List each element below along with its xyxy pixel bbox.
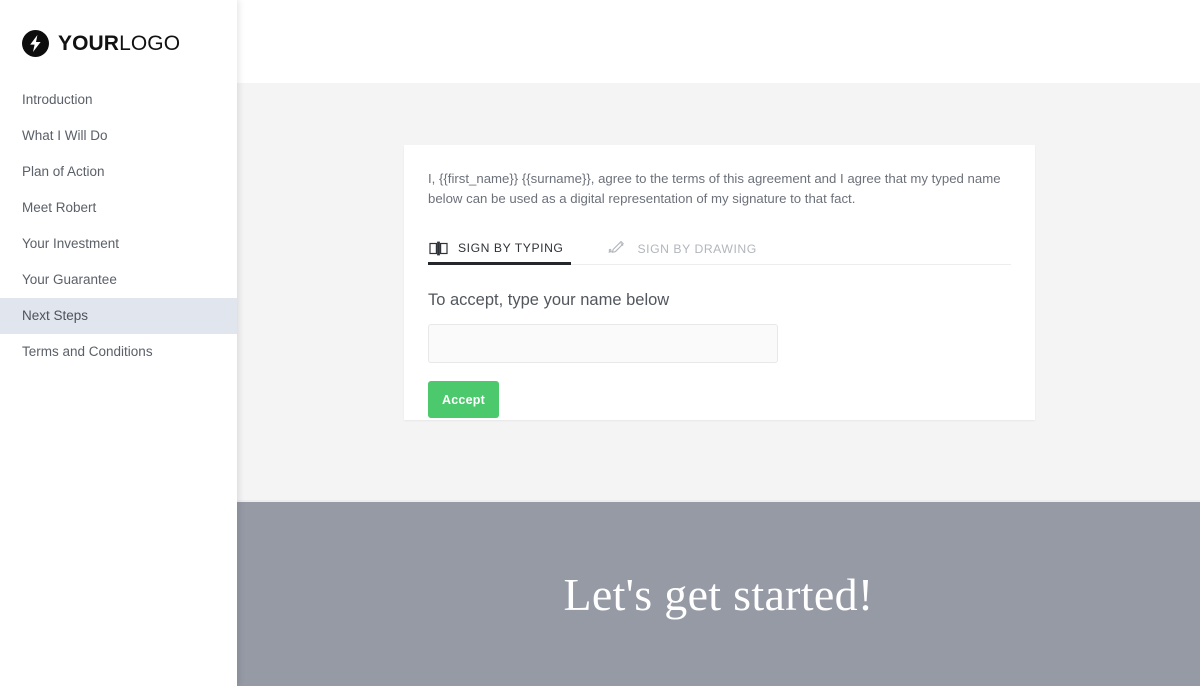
- sidebar-item-next-steps[interactable]: Next Steps: [0, 298, 237, 334]
- sidebar-item-meet-robert[interactable]: Meet Robert: [0, 190, 237, 226]
- signature-name-input[interactable]: [428, 324, 778, 364]
- signature-card: I, {{first_name}} {{surname}}, agree to …: [404, 145, 1035, 420]
- agreement-text: I, {{first_name}} {{surname}}, agree to …: [428, 171, 1001, 207]
- signature-card-body: I, {{first_name}} {{surname}}, agree to …: [404, 145, 1035, 419]
- sidebar-item-introduction[interactable]: Introduction: [0, 82, 237, 118]
- sidebar-item-what-i-will-do[interactable]: What I Will Do: [0, 118, 237, 154]
- sidebar: YOURLOGO Introduction What I Will Do Pla…: [0, 0, 237, 686]
- hero-title: Let's get started!: [563, 568, 874, 620]
- signature-method-tabs: SIGN BY TYPING SIGN BY DRAWING: [428, 232, 1011, 266]
- tab-sign-by-drawing[interactable]: SIGN BY DRAWING: [607, 233, 764, 264]
- sidebar-item-plan-of-action[interactable]: Plan of Action: [0, 154, 237, 190]
- logo-text: YOURLOGO: [58, 33, 180, 54]
- sidebar-nav: Introduction What I Will Do Plan of Acti…: [0, 82, 237, 370]
- logo-text-light: LOGO: [119, 31, 181, 55]
- sidebar-item-your-guarantee[interactable]: Your Guarantee: [0, 262, 237, 298]
- lightning-bolt-icon: [22, 29, 49, 57]
- tab-sign-by-typing-label: SIGN BY TYPING: [458, 241, 564, 256]
- tab-sign-by-typing[interactable]: SIGN BY TYPING: [428, 234, 572, 266]
- tab-sign-by-drawing-label: SIGN BY DRAWING: [637, 241, 757, 256]
- keyboard-icon: [428, 239, 449, 257]
- accept-instruction-label: To accept, type your name below: [428, 291, 670, 310]
- accept-button[interactable]: Accept: [428, 381, 499, 419]
- proposal-page: YOURLOGO Introduction What I Will Do Pla…: [0, 0, 1200, 686]
- sidebar-item-terms-and-conditions[interactable]: Terms and Conditions: [0, 334, 237, 370]
- logo-text-strong: YOUR: [58, 31, 120, 55]
- logo[interactable]: YOURLOGO: [22, 27, 180, 59]
- sidebar-item-your-investment[interactable]: Your Investment: [0, 226, 237, 262]
- top-header-bar: [237, 0, 1200, 83]
- pen-signature-icon: [607, 240, 628, 258]
